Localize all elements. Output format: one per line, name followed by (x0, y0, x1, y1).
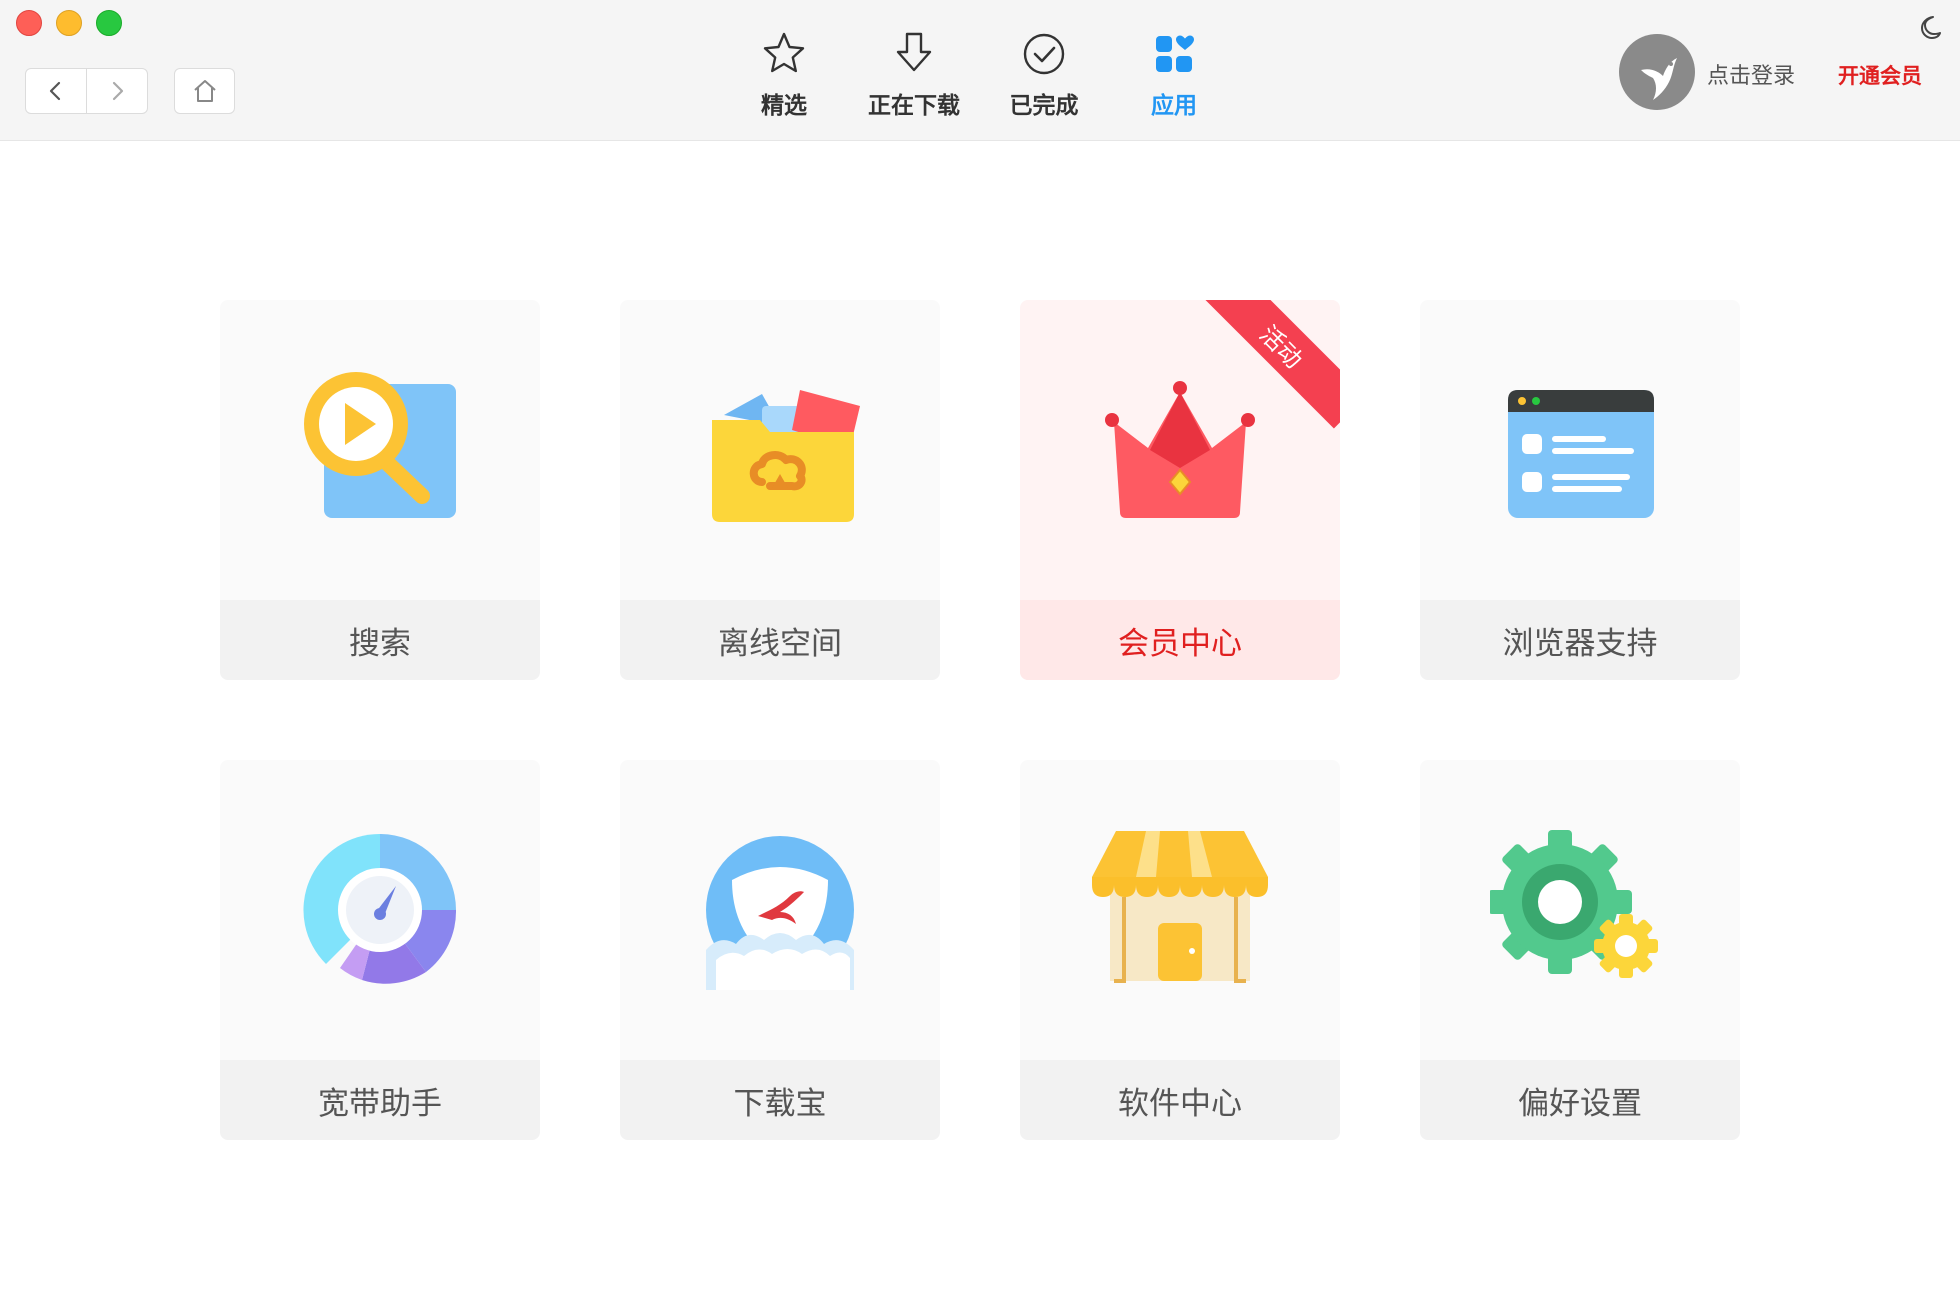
window-zoom-button[interactable] (96, 10, 122, 36)
store-icon (1092, 831, 1268, 983)
star-icon (763, 32, 805, 73)
back-button[interactable] (26, 69, 86, 113)
app-card-preferences[interactable]: 偏好设置 (1420, 760, 1740, 1140)
app-card-broadband-assistant[interactable]: 宽带助手 (220, 760, 540, 1140)
app-card-label: 浏览器支持 (1420, 600, 1740, 680)
app-card-label: 宽带助手 (220, 1060, 540, 1140)
app-card-vip-center[interactable]: 活动 会员中心 (1020, 300, 1340, 680)
avatar[interactable] (1619, 34, 1695, 110)
app-card-label: 下载宝 (620, 1060, 940, 1140)
tab-apps-label: 应用 (1151, 93, 1197, 119)
app-card-software-center[interactable]: 软件中心 (1020, 760, 1340, 1140)
app-card-label: 偏好设置 (1420, 1060, 1740, 1140)
toolbar: 精选 正在下载 已完成 应用 点击登录 开通会员 (0, 0, 1960, 141)
apps-grid-icon (1156, 35, 1194, 72)
forward-button[interactable] (86, 69, 147, 113)
home-button[interactable] (174, 68, 235, 114)
tab-apps[interactable]: 应用 (1114, 30, 1234, 125)
bird-logo-icon (1641, 58, 1677, 100)
crown-icon (1105, 381, 1255, 518)
app-card-offline-space[interactable]: 离线空间 (620, 300, 940, 680)
home-icon (193, 80, 216, 102)
app-card-label: 离线空间 (620, 600, 940, 680)
history-nav (25, 68, 148, 114)
window-minimize-button[interactable] (56, 10, 82, 36)
tab-completed[interactable]: 已完成 (984, 30, 1104, 125)
chevron-right-icon (112, 81, 124, 101)
app-card-search[interactable]: 搜索 (220, 300, 540, 680)
app-card-label: 会员中心 (1020, 600, 1340, 680)
tab-downloading-label: 正在下载 (868, 93, 960, 119)
speed-gauge-icon (303, 833, 457, 984)
browser-window-icon (1508, 390, 1654, 518)
open-vip-link[interactable]: 开通会员 (1838, 60, 1922, 90)
chevron-left-icon (49, 81, 61, 101)
tab-featured-label: 精选 (761, 93, 807, 119)
shield-bird-icon (706, 836, 854, 990)
window-close-button[interactable] (16, 10, 42, 36)
cloud-folder-icon (712, 390, 860, 522)
tab-featured[interactable]: 精选 (724, 30, 844, 125)
gears-icon (1490, 830, 1658, 978)
tab-completed-label: 已完成 (1009, 93, 1079, 119)
search-play-icon (304, 372, 456, 518)
check-circle-icon (1023, 33, 1065, 75)
app-card-label: 软件中心 (1020, 1060, 1340, 1140)
moon-icon[interactable] (1916, 14, 1942, 40)
download-arrow-icon (896, 32, 932, 72)
app-card-label: 搜索 (220, 600, 540, 680)
app-card-download-treasure[interactable]: 下载宝 (620, 760, 940, 1140)
app-card-browser-support[interactable]: 浏览器支持 (1420, 300, 1740, 680)
tab-downloading[interactable]: 正在下载 (854, 30, 974, 125)
login-link[interactable]: 点击登录 (1707, 58, 1795, 90)
